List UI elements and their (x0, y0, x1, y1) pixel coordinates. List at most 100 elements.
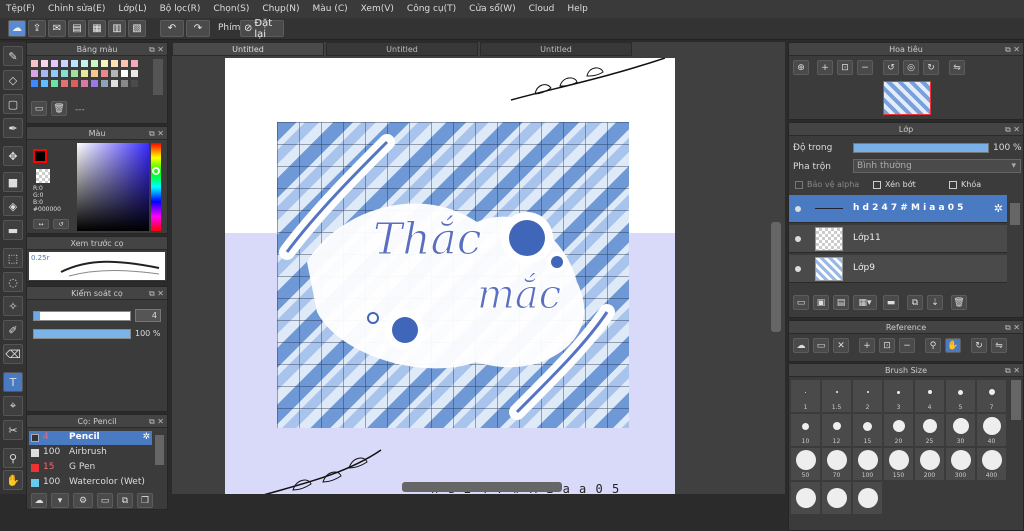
menu-select[interactable]: Chọn(S) (213, 4, 249, 14)
panel-float-icon[interactable]: ⧉ ✕ (149, 287, 164, 300)
hue-slider[interactable] (151, 143, 161, 231)
brush-size-cell[interactable]: 1.5 (822, 380, 851, 412)
palette-swatch[interactable] (41, 70, 48, 77)
menu-filter[interactable]: Bộ lọc(R) (160, 4, 201, 14)
palette-swatch[interactable] (81, 70, 88, 77)
layer-row-lop11[interactable]: Lớp11 (789, 225, 1007, 253)
brush-size-cell[interactable]: 1 (791, 380, 820, 412)
palette-swatch[interactable] (71, 60, 78, 67)
merge-layer-icon[interactable]: ⇣ (927, 295, 943, 310)
brush-size-cell[interactable]: 200 (915, 448, 944, 480)
swap-color-icon[interactable]: ↔ (33, 219, 49, 229)
palette-swatch[interactable] (91, 60, 98, 67)
menu-layer[interactable]: Lớp(L) (118, 4, 146, 14)
zoom-out-icon[interactable]: − (899, 338, 915, 353)
list-icon[interactable]: ▦ (88, 20, 106, 37)
brush-size-field[interactable]: 4 (135, 309, 161, 322)
new-layer-24-icon[interactable]: ▣ (813, 295, 829, 310)
eyedropper-tool-icon[interactable]: ⚲ (3, 448, 23, 468)
eye-icon[interactable] (795, 236, 801, 242)
select-pen-tool-icon[interactable]: ✐ (3, 320, 23, 340)
close-icon[interactable]: ✕ (833, 338, 849, 353)
navigator-thumbnail[interactable] (883, 81, 931, 115)
brush-size-cell[interactable]: 50 (791, 448, 820, 480)
reset-button[interactable]: ⊘ Đặt lại (240, 18, 284, 40)
palette-swatch[interactable] (131, 80, 138, 87)
menu-capture[interactable]: Chụp(N) (262, 4, 299, 14)
cloud-icon[interactable]: ☁ (793, 338, 809, 353)
cloud-icon[interactable]: ☁ (8, 20, 26, 37)
rotate-right-icon[interactable]: ↻ (923, 60, 939, 75)
rotate-icon[interactable]: ↻ (971, 338, 987, 353)
brush-size-cell[interactable]: 100 (853, 448, 882, 480)
eye-icon[interactable] (795, 206, 801, 212)
palette-swatch[interactable] (51, 80, 58, 87)
table-icon[interactable]: ▧ (128, 20, 146, 37)
brush-size-cell[interactable] (791, 482, 820, 514)
bucket-tool-icon[interactable]: ◈ (3, 196, 23, 216)
brush-item-airbrush[interactable]: 100 Airbrush (29, 446, 152, 460)
tab-untitled-2[interactable]: Untitled (326, 42, 478, 56)
blend-mode-select[interactable]: Bình thường ▾ (853, 159, 1021, 173)
zoom-icon[interactable]: ⊕ (793, 60, 809, 75)
magic-wand-tool-icon[interactable]: ✧ (3, 296, 23, 316)
panel-float-icon[interactable]: ⧉ ✕ (1005, 43, 1020, 56)
delete-layer-icon[interactable]: 🗑 (951, 295, 967, 310)
hand-tool-icon[interactable]: ✋ (3, 470, 23, 490)
brush-size-cell[interactable]: 5 (946, 380, 975, 412)
palette-swatch[interactable] (81, 60, 88, 67)
brush-item-watercolor[interactable]: 100 Watercolor (Wet) (29, 476, 152, 490)
rect-select-tool-icon[interactable]: ▢ (3, 94, 23, 114)
eraser-tool-icon[interactable]: ◇ (3, 70, 23, 90)
rotate-left-icon[interactable]: ↺ (883, 60, 899, 75)
brush-item-gpen[interactable]: 15 G Pen (29, 461, 152, 475)
brush-size-cell[interactable]: 150 (884, 448, 913, 480)
palette-swatch[interactable] (41, 80, 48, 87)
panel-float-icon[interactable]: ⧉ ✕ (1005, 321, 1020, 334)
palette-swatch[interactable] (51, 70, 58, 77)
brush-size-cell[interactable]: 40 (977, 414, 1006, 446)
palette-swatch[interactable] (71, 70, 78, 77)
zoom-out-icon[interactable]: − (857, 60, 873, 75)
flip-icon[interactable]: ⇋ (991, 338, 1007, 353)
panel-float-icon[interactable]: ⧉ ✕ (1005, 123, 1020, 136)
palette-swatch[interactable] (31, 80, 38, 87)
brush-size-cell[interactable]: 7 (977, 380, 1006, 412)
tab-untitled-3[interactable]: Untitled (480, 42, 632, 56)
palette-swatch[interactable] (91, 80, 98, 87)
duplicate-layer-icon[interactable]: ⧉ (907, 295, 923, 310)
brush-list-scrollbar[interactable] (155, 435, 164, 465)
palette-swatch[interactable] (131, 70, 138, 77)
fill-rect-tool-icon[interactable]: ■ (3, 172, 23, 192)
document-canvas[interactable]: Thắc mắc h d 2 4 7 # M i a a 0 5 (225, 58, 675, 494)
palette-swatch[interactable] (101, 60, 108, 67)
lasso-tool-icon[interactable]: ◌ (3, 272, 23, 292)
palette-scrollbar[interactable] (153, 59, 163, 95)
panel-float-icon[interactable]: ⧉ ✕ (1005, 364, 1020, 377)
hand-icon[interactable]: ✋ (945, 338, 961, 353)
layer-row-text[interactable]: h d 2 4 7 # M i a a 0 5 ✲ (789, 195, 1007, 223)
brush-size-cell[interactable]: 70 (822, 448, 851, 480)
palette-swatch[interactable] (121, 70, 128, 77)
palette-swatch[interactable] (111, 60, 118, 67)
palette-swatch[interactable] (31, 60, 38, 67)
menu-cloud[interactable]: Cloud (529, 4, 555, 14)
layer-menu-icon[interactable]: ▦▾ (853, 295, 877, 310)
eye-icon[interactable] (795, 266, 801, 272)
brush-size-cell[interactable]: 10 (791, 414, 820, 446)
brush-size-cell[interactable] (853, 482, 882, 514)
layer-row-lop9[interactable]: Lớp9 (789, 255, 1007, 283)
select-eraser-tool-icon[interactable]: ⌫ (3, 344, 23, 364)
brush-size-cell[interactable]: 12 (822, 414, 851, 446)
menu-view[interactable]: Xem(V) (361, 4, 394, 14)
fit-icon[interactable]: ⊡ (879, 338, 895, 353)
palette-swatch[interactable] (131, 60, 138, 67)
layer-opacity-slider[interactable] (853, 143, 989, 153)
panel-float-icon[interactable]: ⧉ ✕ (149, 43, 164, 56)
menu-window[interactable]: Cửa sổ(W) (469, 4, 515, 14)
palette-swatch[interactable] (111, 80, 118, 87)
brush-size-cell[interactable]: 20 (884, 414, 913, 446)
palette-swatch[interactable] (61, 60, 68, 67)
menu-tools[interactable]: Công cụ(T) (407, 4, 456, 14)
palette-swatch[interactable] (71, 80, 78, 87)
